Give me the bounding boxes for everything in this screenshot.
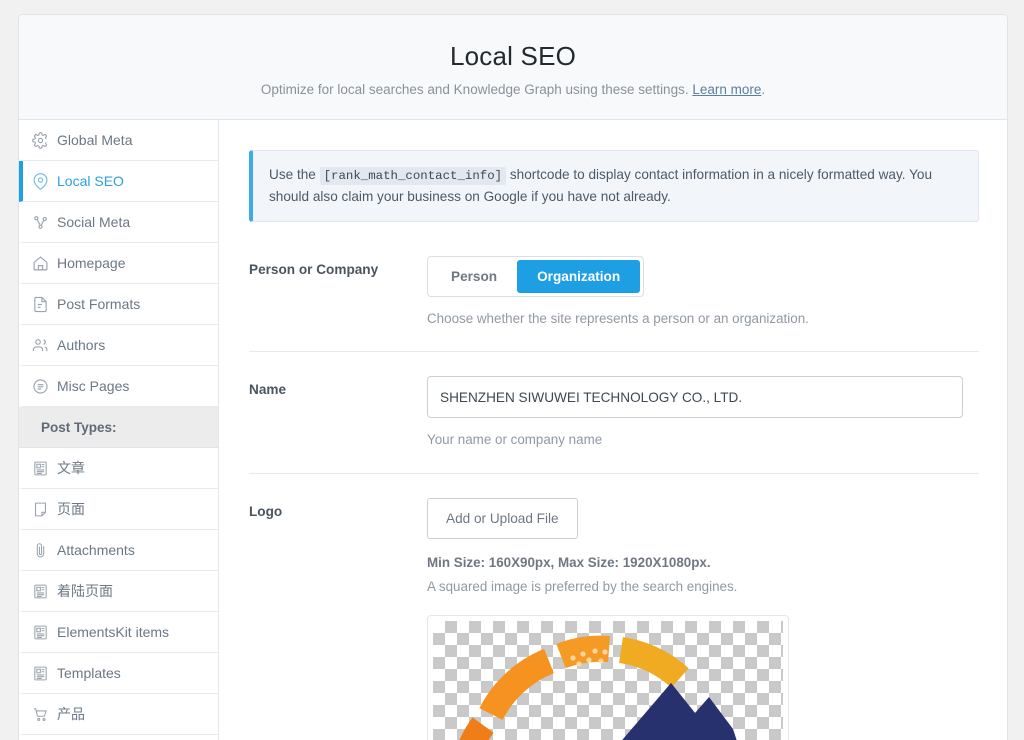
settings-sidebar: Global Meta Local SEO Social Meta Homepa…	[19, 120, 219, 740]
field-name: Name Your name or company name	[249, 376, 979, 474]
sidebar-item-label: Attachments	[57, 542, 135, 558]
logo-image	[459, 635, 737, 740]
sidebar-item-label: Social Meta	[57, 214, 131, 230]
sidebar-item-label: 文章	[57, 460, 85, 476]
field-body: Your name or company name	[427, 376, 979, 450]
field-help: Your name or company name	[427, 432, 603, 448]
sidebar-item-posts[interactable]: 文章	[19, 448, 218, 489]
shortcode-notice: Use the [rank_math_contact_info] shortco…	[249, 150, 979, 223]
sidebar-item-label: Local SEO	[57, 173, 124, 189]
sidebar-item-misc-pages[interactable]: Misc Pages	[19, 366, 218, 407]
settings-content: Use the [rank_math_contact_info] shortco…	[219, 120, 1007, 740]
cart-icon	[23, 706, 57, 723]
paperclip-icon	[23, 542, 57, 559]
sidebar-group-post-types: Post Types:	[19, 407, 218, 448]
field-body: Add or Upload File Min Size: 160X90px, M…	[427, 497, 979, 740]
field-help: Choose whether the site represents a per…	[427, 311, 809, 327]
template-icon	[23, 665, 57, 682]
page-subtitle-text: Optimize for local searches and Knowledg…	[260, 82, 693, 97]
field-label: Name	[249, 382, 287, 398]
page-subtitle: Optimize for local searches and Knowledg…	[39, 82, 987, 97]
sidebar-item-label: 产品	[57, 706, 85, 722]
name-input[interactable]	[427, 376, 963, 419]
sidebar-item-local-seo[interactable]: Local SEO	[19, 161, 218, 202]
map-pin-icon	[23, 172, 57, 190]
sidebar-item-global-meta[interactable]: Global Meta	[19, 120, 218, 161]
sidebar-item-label: Authors	[57, 337, 106, 353]
logo-size-help: Min Size: 160X90px, Max Size: 1920X1080p…	[427, 554, 711, 570]
page-title: Local SEO	[449, 41, 577, 71]
learn-more-link[interactable]: Learn more	[692, 82, 761, 97]
home-icon	[23, 255, 57, 272]
panel-body: Global Meta Local SEO Social Meta Homepa…	[19, 120, 1007, 740]
list-circle-icon	[23, 378, 57, 395]
users-icon	[23, 337, 57, 354]
sidebar-item-social-meta[interactable]: Social Meta	[19, 202, 218, 243]
organization-option-button[interactable]: Organization	[517, 260, 641, 294]
post-icon	[23, 460, 57, 477]
field-body: Person Organization Choose whether the s…	[427, 256, 979, 329]
logo-preview[interactable]	[427, 614, 789, 740]
sidebar-item-label: Post Formats	[57, 296, 141, 312]
sidebar-item-label: Homepage	[57, 255, 126, 271]
document-icon	[23, 296, 57, 313]
elementskit-icon	[23, 624, 57, 641]
person-option-button[interactable]: Person	[431, 260, 518, 294]
logo-transparency-canvas	[433, 620, 783, 740]
sidebar-item-label: Templates	[57, 665, 121, 681]
sidebar-item-homepage[interactable]: Homepage	[19, 243, 218, 284]
sidebar-item-post-formats[interactable]: Post Formats	[19, 284, 218, 325]
sidebar-item-label: 页面	[57, 501, 85, 517]
sidebar-item-label: 着陆页面	[57, 583, 113, 599]
gear-icon	[23, 131, 57, 149]
sidebar-item-landing-pages[interactable]: 着陆页面	[19, 571, 218, 612]
local-seo-panel: Local SEO Optimize for local searches an…	[18, 14, 1008, 740]
sidebar-item-authors[interactable]: Authors	[19, 325, 218, 366]
person-or-company-toggle[interactable]: Person Organization	[427, 256, 645, 298]
sidebar-item-elementskit-items[interactable]: ElementsKit items	[19, 612, 218, 653]
page-icon	[23, 501, 57, 518]
page-header: Local SEO Optimize for local searches an…	[19, 15, 1007, 120]
field-label: Person or Company	[249, 262, 379, 278]
sidebar-item-attachments[interactable]: Attachments	[19, 530, 218, 571]
sidebar-item-label: Misc Pages	[57, 378, 130, 394]
settings-page: Local SEO Optimize for local searches an…	[0, 0, 1024, 740]
sidebar-item-label: ElementsKit items	[57, 624, 170, 640]
sidebar-item-products[interactable]: 产品	[19, 694, 218, 735]
field-person-or-company: Person or Company Person Organization Ch…	[249, 256, 979, 353]
field-logo: Logo Add or Upload File Min Size: 160X90…	[249, 497, 979, 740]
page-subtitle-suffix: .	[761, 82, 766, 97]
sidebar-item-templates[interactable]: Templates	[19, 653, 218, 694]
share-nodes-icon	[23, 214, 57, 231]
logo-squared-help: A squared image is preferred by the sear…	[427, 578, 738, 594]
sidebar-item-label: Global Meta	[57, 132, 133, 148]
add-or-upload-file-button[interactable]: Add or Upload File	[427, 497, 578, 539]
sidebar-item-pages[interactable]: 页面	[19, 489, 218, 530]
landing-page-icon	[23, 583, 57, 600]
field-label: Logo	[249, 503, 283, 519]
shortcode-snippet: [rank_math_contact_info]	[319, 167, 507, 185]
notice-text-before: Use the	[269, 167, 320, 182]
